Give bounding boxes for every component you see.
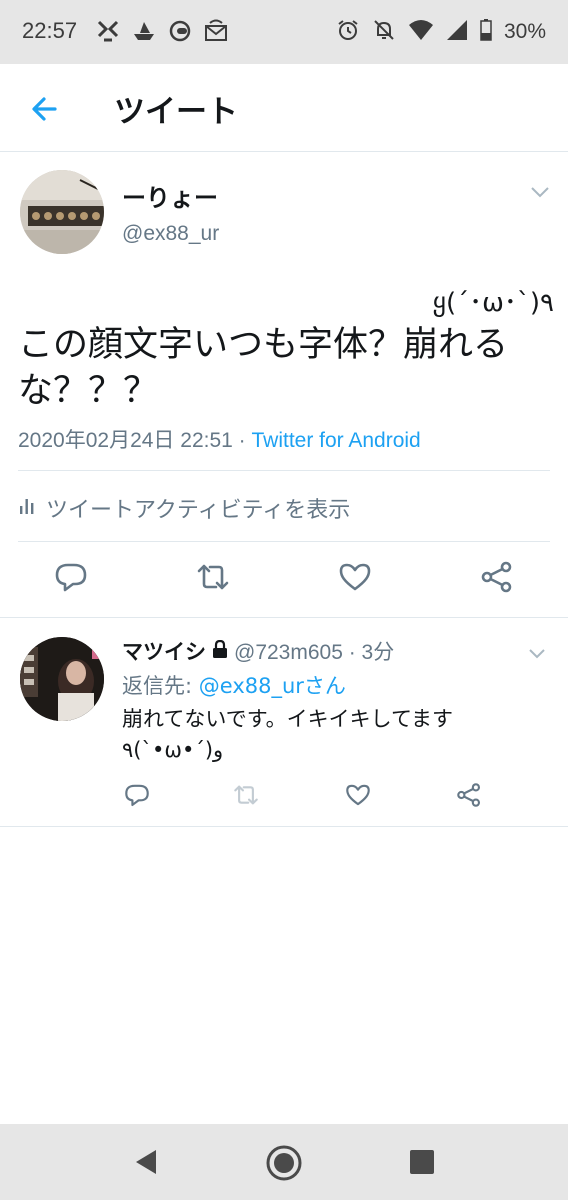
divider: [18, 541, 550, 542]
chevron-down-icon[interactable]: [530, 184, 550, 198]
reply-handle-time[interactable]: @723m605 · 3分: [234, 636, 394, 666]
tweet-source-link[interactable]: Twitter for Android: [251, 429, 420, 452]
divider: [0, 826, 568, 827]
nav-back-icon[interactable]: [128, 1144, 164, 1180]
tweet-actions: [0, 560, 568, 600]
bar-chart-icon: [18, 494, 36, 522]
reply-header: マツイシ @723m605 · 3分: [122, 636, 394, 666]
ship-icon: [132, 18, 156, 44]
tweet-activity-label: ツイートアクティビティを表示: [46, 498, 351, 523]
alarm-icon: [336, 18, 360, 46]
reply-actions: [0, 782, 568, 812]
nav-recents-icon[interactable]: [404, 1144, 440, 1180]
reply-text-line: 崩れてないです。イキイキしてます: [122, 707, 453, 731]
display-name[interactable]: ーりょー: [122, 178, 218, 213]
nfc-icon: [96, 18, 120, 44]
bell-off-icon: [372, 18, 396, 46]
reply-kaomoji: ٩(`•ω•´)ﻭ: [122, 738, 224, 762]
like-icon[interactable]: [345, 782, 371, 808]
nav-home-icon[interactable]: [265, 1144, 302, 1181]
lock-icon: [212, 639, 228, 663]
tweet-meta: 2020年02月24日 22:51 · Twitter for Android: [18, 424, 421, 454]
like-icon[interactable]: [338, 560, 372, 594]
retweet-icon[interactable]: [196, 560, 230, 594]
reply-icon[interactable]: [124, 782, 150, 808]
reply-to-prefix: 返信先:: [122, 674, 199, 698]
notification-icons: [96, 18, 228, 44]
top-app-bar: ツイート: [0, 64, 568, 152]
retweet-icon[interactable]: [233, 782, 259, 808]
wifi-icon: [408, 19, 434, 45]
mail-icon: [204, 18, 228, 44]
android-head-icon: [168, 18, 192, 44]
status-bar: 22:57 30%: [0, 0, 568, 64]
divider: [0, 617, 568, 618]
reply-to-line: 返信先: @ex88_urさん: [122, 670, 346, 700]
chevron-down-icon[interactable]: [528, 645, 546, 659]
reply-mention-link[interactable]: @ex88_urさん: [199, 674, 346, 698]
status-time: 22:57: [22, 18, 78, 43]
signal-icon: [446, 19, 468, 45]
user-handle[interactable]: @ex88_ur: [122, 222, 219, 246]
page-title: ツイート: [114, 94, 238, 130]
system-nav-bar: [0, 1124, 568, 1200]
reply-icon[interactable]: [54, 560, 88, 594]
system-icons: 30%: [336, 18, 546, 46]
reply-display-name[interactable]: マツイシ: [122, 636, 206, 666]
avatar[interactable]: [20, 170, 104, 254]
share-icon[interactable]: [480, 560, 514, 594]
tweet-kaomoji: ყ(´･ω･`)٩: [432, 288, 555, 318]
share-icon[interactable]: [456, 782, 482, 808]
tweet-timestamp: 2020年02月24日 22:51 ·: [18, 429, 252, 452]
divider: [18, 470, 550, 471]
back-arrow-icon[interactable]: [28, 92, 62, 126]
tweet-activity-link[interactable]: ツイートアクティビティを表示: [18, 492, 350, 524]
tweet-text: この顔文字いつも字体？崩れるな？？？: [18, 325, 509, 411]
reply-avatar[interactable]: [20, 637, 104, 721]
reply-text: 崩れてないです。イキイキしてます ٩(`•ω•´)ﻭ: [122, 704, 542, 766]
battery-icon: [480, 19, 492, 45]
battery-percent: 30%: [503, 20, 546, 43]
